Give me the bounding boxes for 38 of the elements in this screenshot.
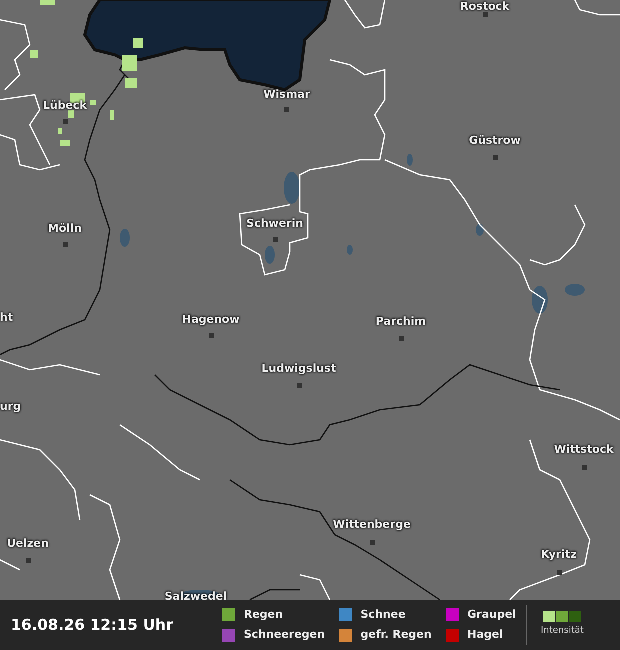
city-label: Lübeck [43,99,87,113]
legend-label: Schneeregen [244,627,326,643]
city-marker [209,333,214,338]
timestamp: 16.08.26 12:15 Uhr [11,614,174,636]
city-label: Güstrow [469,134,521,148]
city-label: Wismar [264,88,310,102]
city-label: Mölln [48,222,82,236]
city-marker [63,242,68,247]
city-marker [26,558,31,563]
legend-label: Schnee [360,606,406,622]
legend-label: Graupel [468,606,516,622]
city-marker [297,383,302,388]
city-marker [483,12,488,17]
city-marker [399,336,404,341]
city-label: Salzwedel [164,590,228,604]
city-label: Parchim [376,315,426,329]
legend-label: Hagel [468,627,504,643]
city-label: Rostock [460,0,510,14]
city-label: ht [0,311,14,325]
city-marker [63,119,68,124]
city-marker [370,540,375,545]
city-label: Wittstock [554,443,614,457]
city-marker [273,237,278,242]
intensity-scale [543,611,582,622]
city-marker [557,570,562,575]
city-label: Uelzen [7,537,49,551]
city-label: Schwerin [246,217,304,231]
city-label: Wittenberge [333,518,411,532]
city-label: Hagenow [182,313,240,327]
legend-label: Regen [244,606,284,622]
city-label: Ludwigslust [262,362,336,376]
city-label: Kyritz [541,548,577,562]
city-label: urg [0,400,22,414]
city-marker [582,465,587,470]
city-marker [493,155,498,160]
legend-label: gefr. Regen [360,627,432,643]
city-marker [284,107,289,112]
intensity-label: Intensität [541,625,584,638]
